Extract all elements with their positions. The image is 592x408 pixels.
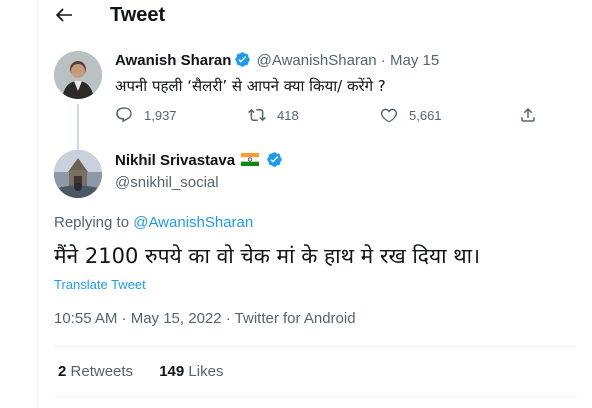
avatar[interactable] [54,150,102,198]
tweet-timestamp[interactable]: 10:55 AM · May 15, 2022 · Twitter for An… [54,310,356,327]
retweet-icon [248,108,266,122]
heart-icon [380,108,398,123]
tweet-detail-panel: Tweet Awanish Sharan @AwanishSharan · Ma… [37,0,592,408]
parent-tweet-text: अपनी पहली ‘सैलरी’ से आपने क्या किया/ करे… [115,77,386,95]
author-name-row: Nikhil Srivastava [115,151,284,174]
likes-label: Likes [188,363,224,380]
tweet-stats: 2 Retweets 149 Likes [58,363,245,380]
parent-tweet-actions: 1,937 418 5,661 [115,106,585,128]
share-icon [521,107,535,122]
retweets-stat[interactable]: 2 Retweets [58,363,133,380]
page-title: Tweet [110,4,166,26]
reply-count: 1,937 [144,107,177,123]
retweet-button[interactable]: 418 [248,106,299,124]
back-arrow-icon[interactable] [52,3,76,27]
author-name[interactable]: Nikhil Srivastava [115,152,235,169]
like-count: 5,661 [409,107,442,123]
retweets-label: Retweets [70,363,134,380]
reply-icon [116,107,132,123]
verified-badge-icon [266,151,283,174]
reply-button[interactable]: 1,937 [115,106,177,124]
retweets-count: 2 [58,363,67,380]
avatar[interactable] [54,51,102,99]
parent-tweet[interactable]: Awanish Sharan @AwanishSharan · May 15 अ… [38,40,592,155]
like-button[interactable]: 5,661 [380,106,442,124]
share-button[interactable] [519,106,548,124]
india-flag-icon [241,152,260,172]
tweet-date[interactable]: May 15 [390,52,439,69]
main-tweet-author: Nikhil Srivastava @snikhil_social [38,148,592,200]
replying-prefix: Replying to [54,214,130,231]
likes-stat[interactable]: 149 Likes [159,363,223,380]
meta-separator: · [380,52,386,69]
verified-badge-icon [234,51,251,74]
tweet-text: मैंने 2100 रुपये का वो चेक मां के हाथ मे… [54,244,481,268]
retweet-count: 418 [277,107,299,123]
tweet-header: Tweet [38,0,592,32]
translate-tweet-link[interactable]: Translate Tweet [54,277,146,292]
author-handle[interactable]: @AwanishSharan [257,52,377,69]
likes-count: 149 [159,363,185,380]
author-name[interactable]: Awanish Sharan [115,52,231,69]
parent-tweet-header: Awanish Sharan @AwanishSharan · May 15 [115,51,439,74]
divider [54,396,577,397]
divider [54,346,577,347]
replying-to: Replying to @AwanishSharan [54,213,253,233]
replying-to-link[interactable]: @AwanishSharan [133,214,253,231]
author-handle[interactable]: @snikhil_social [115,173,219,193]
